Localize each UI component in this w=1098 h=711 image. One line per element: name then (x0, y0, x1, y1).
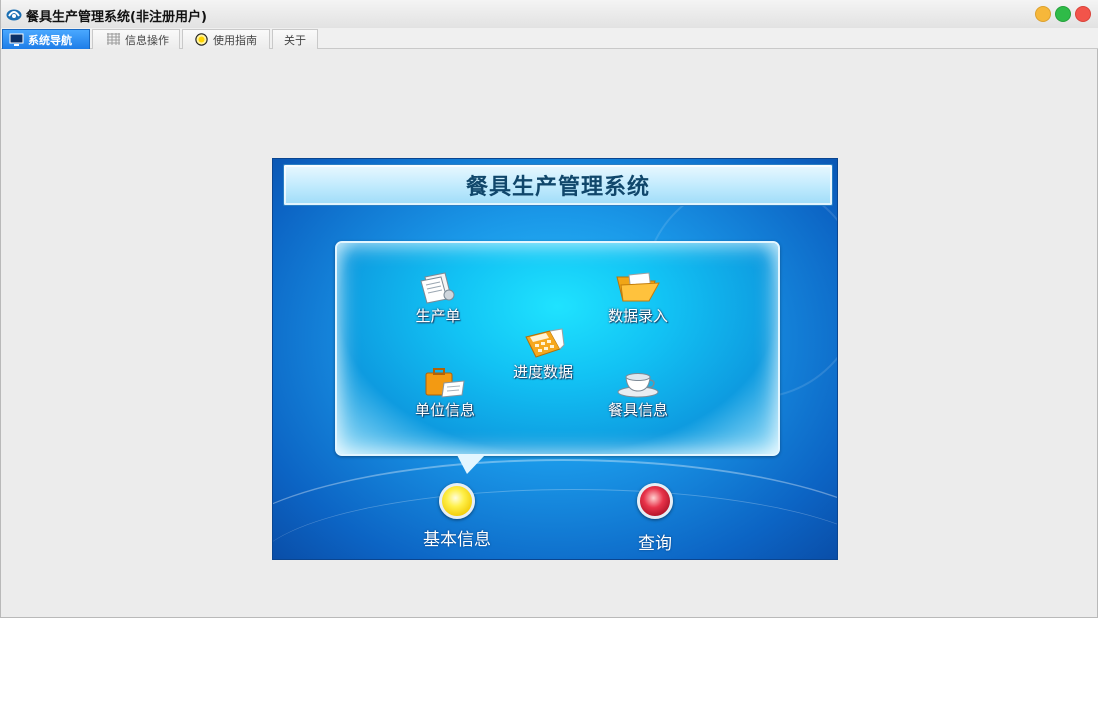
monitor-icon (9, 33, 24, 46)
calculator-icon (525, 328, 565, 358)
menu-label: 数据录入 (608, 307, 669, 325)
title-bar[interactable]: 餐具生产管理系统(非注册用户) (1, 0, 1098, 28)
app-logo-icon (6, 9, 22, 21)
tab-label: 关于 (284, 33, 306, 47)
bulb-icon (195, 33, 208, 46)
navigation-panel: 餐具生产管理系统 生产单 数据录入 进度数据 单位信息 餐具信息 基本信息 查询 (272, 158, 838, 560)
tab-system-navigation[interactable]: 系统导航 (2, 29, 90, 49)
app-window: 餐具生产管理系统(非注册用户) 系统导航 信息操作 使用指南 关于 餐具生产管理… (0, 0, 1098, 618)
tab-label: 信息操作 (125, 33, 169, 47)
tab-bar: 系统导航 信息操作 使用指南 关于 (1, 28, 1098, 49)
grid-icon (107, 33, 120, 45)
window-title: 餐具生产管理系统(非注册用户) (26, 10, 207, 25)
menu-label: 单位信息 (415, 401, 476, 419)
tab-label: 系统导航 (28, 33, 72, 47)
papers-icon (420, 272, 455, 304)
production-order-button[interactable]: 生产单 (415, 271, 461, 326)
speech-bubble-tail (457, 455, 485, 474)
folder-icon (616, 272, 660, 302)
unit-info-button[interactable]: 单位信息 (415, 365, 475, 420)
progress-data-button[interactable]: 进度数据 (513, 327, 573, 382)
close-button[interactable] (1075, 6, 1091, 22)
tab-about[interactable]: 关于 (272, 29, 318, 49)
data-entry-button[interactable]: 数据录入 (608, 271, 668, 326)
panel-title-bar: 餐具生产管理系统 (283, 164, 833, 206)
tab-info-operation[interactable]: 信息操作 (92, 29, 180, 49)
menu-label: 生产单 (415, 307, 461, 325)
tableware-info-button[interactable]: 餐具信息 (608, 365, 668, 420)
basic-info-button[interactable]: 基本信息 (423, 483, 491, 550)
button-label: 查询 (638, 534, 672, 554)
panel-title: 餐具生产管理系统 (465, 175, 650, 200)
menu-box: 生产单 数据录入 进度数据 单位信息 餐具信息 (335, 241, 780, 456)
menu-label: 餐具信息 (608, 401, 669, 419)
button-label: 基本信息 (423, 530, 491, 550)
yellow-orb-icon (439, 483, 475, 519)
teacup-icon (617, 373, 659, 398)
tab-label: 使用指南 (213, 33, 257, 47)
tab-user-guide[interactable]: 使用指南 (182, 29, 270, 49)
minimize-button[interactable] (1035, 6, 1051, 22)
menu-label: 进度数据 (513, 363, 574, 381)
maximize-button[interactable] (1055, 6, 1071, 22)
query-button[interactable]: 查询 (637, 483, 673, 554)
briefcase-icon (425, 368, 465, 398)
red-orb-icon (637, 483, 673, 519)
